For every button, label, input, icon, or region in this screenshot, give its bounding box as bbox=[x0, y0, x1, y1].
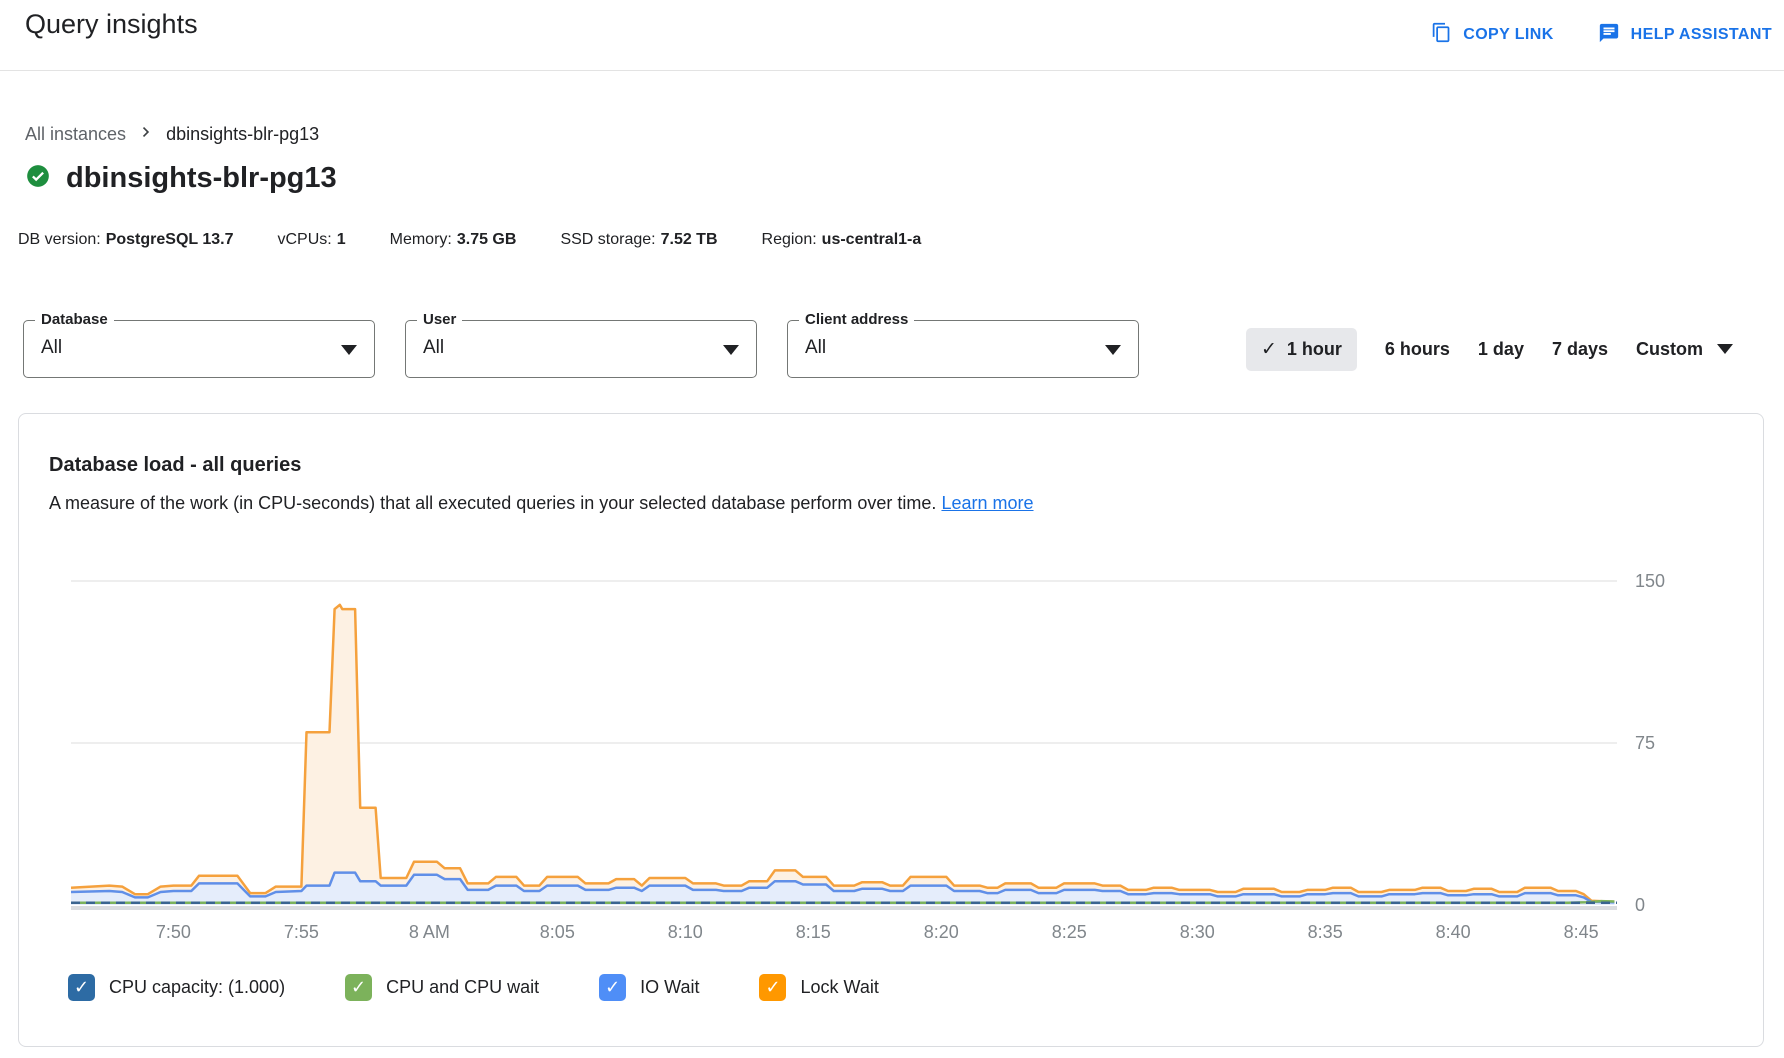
time-range-custom[interactable]: Custom bbox=[1636, 339, 1733, 360]
svg-text:8:40: 8:40 bbox=[1436, 922, 1471, 941]
meta-ssd-storage: SSD storage:7.52 TB bbox=[560, 231, 717, 249]
instance-name: dbinsights-blr-pg13 bbox=[66, 162, 337, 195]
filter-toolbar: Database All User All Client address All… bbox=[23, 320, 1733, 378]
instance-meta: DB version:PostgreSQL 13.7 vCPUs:1 Memor… bbox=[18, 231, 921, 249]
user-filter-label: User bbox=[417, 311, 462, 328]
help-assistant-label: HELP ASSISTANT bbox=[1631, 26, 1772, 44]
legend-label: CPU and CPU wait bbox=[386, 977, 539, 998]
cpu-capacity-checkbox[interactable]: ✓ bbox=[68, 974, 95, 1001]
svg-text:75: 75 bbox=[1635, 733, 1655, 753]
breadcrumb-current: dbinsights-blr-pg13 bbox=[166, 124, 319, 145]
page-title: Query insights bbox=[25, 9, 198, 40]
check-icon: ✓ bbox=[605, 977, 620, 998]
io-wait-checkbox[interactable]: ✓ bbox=[599, 974, 626, 1001]
cpu-wait-checkbox[interactable]: ✓ bbox=[345, 974, 372, 1001]
chat-icon bbox=[1598, 22, 1620, 49]
time-range-1-day[interactable]: 1 day bbox=[1478, 339, 1524, 360]
check-icon: ✓ bbox=[351, 977, 366, 998]
legend-item-io-wait: ✓ IO Wait bbox=[599, 974, 699, 1001]
chart-legend: ✓ CPU capacity: (1.000) ✓ CPU and CPU wa… bbox=[68, 974, 879, 1001]
instance-title-row: dbinsights-blr-pg13 bbox=[25, 162, 337, 195]
time-range-7-days[interactable]: 7 days bbox=[1552, 339, 1608, 360]
chart-title: Database load - all queries bbox=[49, 454, 1763, 477]
time-range-1-hour-selected[interactable]: ✓ 1 hour bbox=[1246, 328, 1357, 371]
database-filter-select[interactable]: Database All bbox=[23, 320, 375, 378]
svg-text:8:45: 8:45 bbox=[1564, 922, 1599, 941]
copy-link-button[interactable]: COPY LINK bbox=[1431, 22, 1553, 48]
lock-wait-checkbox[interactable]: ✓ bbox=[759, 974, 786, 1001]
meta-memory: Memory:3.75 GB bbox=[390, 231, 517, 249]
legend-item-cpu-wait: ✓ CPU and CPU wait bbox=[345, 974, 539, 1001]
learn-more-link[interactable]: Learn more bbox=[941, 493, 1033, 513]
legend-label: IO Wait bbox=[640, 977, 699, 998]
svg-text:8:30: 8:30 bbox=[1180, 922, 1215, 941]
svg-text:7:50: 7:50 bbox=[156, 922, 191, 941]
check-icon: ✓ bbox=[1261, 338, 1277, 361]
copy-icon bbox=[1431, 22, 1452, 48]
page-header: Query insights COPY LINK HELP ASSISTANT bbox=[0, 0, 1784, 71]
svg-text:8:25: 8:25 bbox=[1052, 922, 1087, 941]
time-range-custom-label: Custom bbox=[1636, 339, 1703, 360]
caret-down-icon bbox=[1105, 345, 1121, 355]
chart-canvas: 0 75 150 7:50 7:55 8 AM 8:05 8:10 8:15 8:20 8:25 8:… bbox=[49, 561, 1749, 941]
breadcrumb-all-instances[interactable]: All instances bbox=[25, 124, 126, 145]
breadcrumb: All instances dbinsights-blr-pg13 bbox=[25, 122, 319, 147]
caret-down-icon bbox=[723, 345, 739, 355]
chevron-right-icon bbox=[136, 122, 156, 147]
svg-text:8:10: 8:10 bbox=[668, 922, 703, 941]
caret-down-icon bbox=[341, 345, 357, 355]
time-range-6-hours[interactable]: 6 hours bbox=[1385, 339, 1450, 360]
meta-db-version: DB version:PostgreSQL 13.7 bbox=[18, 231, 233, 249]
client-address-filter-label: Client address bbox=[799, 311, 914, 328]
client-address-filter-select[interactable]: Client address All bbox=[787, 320, 1139, 378]
copy-link-label: COPY LINK bbox=[1463, 26, 1553, 44]
meta-vcpus: vCPUs:1 bbox=[277, 231, 345, 249]
svg-text:8:35: 8:35 bbox=[1308, 922, 1343, 941]
time-range-1-hour-label: 1 hour bbox=[1287, 339, 1342, 360]
user-filter-value: All bbox=[423, 337, 444, 359]
meta-region: Region:us-central1-a bbox=[762, 231, 922, 249]
legend-item-cpu-capacity: ✓ CPU capacity: (1.000) bbox=[68, 974, 285, 1001]
database-load-card: Database load - all queries A measure of… bbox=[18, 413, 1764, 1047]
caret-down-icon bbox=[1717, 344, 1733, 354]
legend-item-lock-wait: ✓ Lock Wait bbox=[759, 974, 878, 1001]
database-load-chart[interactable]: 0 75 150 7:50 7:55 8 AM 8:05 8:10 8:15 8:20 8:25 8:… bbox=[49, 561, 1749, 941]
svg-text:8:15: 8:15 bbox=[796, 922, 831, 941]
svg-text:0: 0 bbox=[1635, 895, 1645, 915]
header-actions: COPY LINK HELP ASSISTANT bbox=[1431, 0, 1772, 70]
svg-text:8 AM: 8 AM bbox=[409, 922, 450, 941]
user-filter-select[interactable]: User All bbox=[405, 320, 757, 378]
database-filter-value: All bbox=[41, 337, 62, 359]
client-address-filter-value: All bbox=[805, 337, 826, 359]
legend-label: Lock Wait bbox=[800, 977, 878, 998]
help-assistant-button[interactable]: HELP ASSISTANT bbox=[1598, 22, 1772, 49]
check-icon: ✓ bbox=[765, 977, 780, 998]
svg-text:150: 150 bbox=[1635, 571, 1665, 591]
status-healthy-icon bbox=[25, 163, 51, 194]
svg-text:8:05: 8:05 bbox=[540, 922, 575, 941]
time-range-group: ✓ 1 hour 6 hours 1 day 7 days Custom bbox=[1246, 328, 1733, 371]
chart-description: A measure of the work (in CPU-seconds) t… bbox=[49, 493, 1763, 514]
database-filter-label: Database bbox=[35, 311, 114, 328]
check-icon: ✓ bbox=[74, 977, 89, 998]
svg-text:8:20: 8:20 bbox=[924, 922, 959, 941]
svg-text:7:55: 7:55 bbox=[284, 922, 319, 941]
legend-label: CPU capacity: (1.000) bbox=[109, 977, 285, 998]
